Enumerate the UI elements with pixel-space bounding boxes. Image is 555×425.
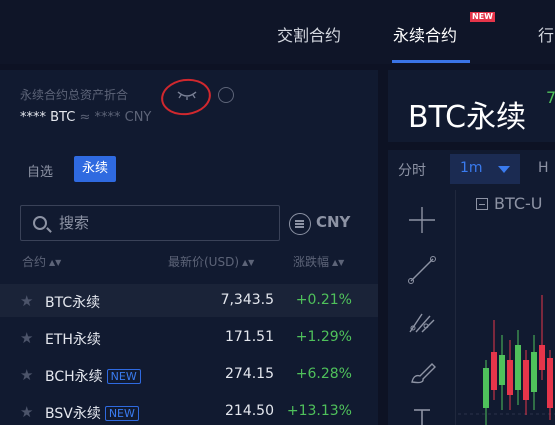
table-row[interactable]: ★ ETH永续 171.51 +1.29% <box>0 321 378 354</box>
asset-value: **** BTC ≈ **** CNY <box>20 110 151 125</box>
column-header-contract[interactable]: 合约 ▲▼ <box>22 253 61 270</box>
table-row[interactable]: ★ BSV永续 NEW 214.50 +13.13% <box>0 395 378 425</box>
new-badge: NEW <box>470 12 495 22</box>
sort-icon: ▲▼ <box>332 258 345 267</box>
fork-icon[interactable] <box>406 306 438 338</box>
column-header-price[interactable]: 最新价(USD) ▲▼ <box>168 253 254 270</box>
candle <box>523 360 529 400</box>
search-box <box>20 205 280 241</box>
table-row[interactable]: ★ BTC永续 7,343.5 +0.21% <box>0 284 378 317</box>
candle <box>547 358 553 408</box>
collapse-icon[interactable] <box>476 198 488 210</box>
candle <box>499 355 505 385</box>
crosshair-icon[interactable] <box>406 204 438 236</box>
nav-delivery-contracts[interactable]: 交割合约 <box>277 22 341 46</box>
star-icon[interactable]: ★ <box>20 403 33 421</box>
chart-symbol: BTC-U <box>494 194 543 213</box>
drawing-toolbar <box>388 190 456 425</box>
search-input[interactable] <box>59 212 259 234</box>
asset-value-cny: ≈ **** CNY <box>79 110 152 125</box>
new-badge: NEW <box>106 369 141 384</box>
candle <box>507 360 513 395</box>
chevron-down-icon <box>498 166 510 173</box>
new-badge: NEW <box>104 406 139 421</box>
contract-symbol: ETH永续 <box>45 332 101 348</box>
contract-symbol-text: BCH永续 <box>45 369 103 385</box>
text-tool-icon[interactable] <box>406 402 438 425</box>
active-nav-underline <box>392 60 470 63</box>
sort-icon: ▲▼ <box>49 258 62 267</box>
price-change: +1.29% <box>295 329 352 345</box>
instrument-header: BTC永续 7 <box>388 70 555 142</box>
column-contract-label: 合约 <box>22 255 47 269</box>
currency-switch-icon[interactable] <box>289 213 311 235</box>
price-change: +6.28% <box>295 366 352 382</box>
sort-icon: ▲▼ <box>242 258 255 267</box>
column-header-change[interactable]: 涨跌幅 ▲▼ <box>293 253 344 270</box>
contract-symbol-text: BSV永续 <box>45 406 101 422</box>
star-icon[interactable]: ★ <box>20 366 33 384</box>
candle <box>515 345 521 390</box>
price-change: +13.13% <box>286 403 352 419</box>
last-price: 274.15 <box>225 366 274 382</box>
star-icon[interactable]: ★ <box>20 292 33 310</box>
candle <box>483 368 489 408</box>
candles <box>483 295 553 425</box>
contract-symbol: BTC永续 <box>45 295 101 311</box>
tab-time-sharing[interactable]: 分时 <box>398 160 426 180</box>
instrument-price: 7 <box>546 88 555 107</box>
candle <box>539 345 545 370</box>
contract-symbol: BCH永续 NEW <box>45 366 141 386</box>
table-row[interactable]: ★ BCH永续 NEW 274.15 +6.28% <box>0 358 378 391</box>
candle <box>531 352 537 392</box>
column-price-label: 最新价(USD) <box>168 255 240 269</box>
last-price: 171.51 <box>225 329 274 345</box>
candlestick-chart <box>458 295 555 425</box>
star-icon[interactable]: ★ <box>20 329 33 347</box>
annotation-circle <box>158 75 214 119</box>
timeframe-active[interactable]: 1m <box>460 160 483 176</box>
nav-perpetual-contracts[interactable]: 永续合约 <box>393 22 457 46</box>
asset-value-btc: **** BTC <box>20 110 76 125</box>
tab-perpetual[interactable]: 永续 <box>74 156 117 182</box>
price-change: +0.21% <box>295 292 352 308</box>
instrument-title: BTC永续 <box>408 100 527 135</box>
column-change-label: 涨跌幅 <box>293 255 330 269</box>
timeframe-hour[interactable]: H <box>538 160 549 176</box>
contract-symbol: BSV永续 NEW <box>45 403 139 423</box>
trend-line-icon[interactable] <box>406 254 438 286</box>
last-price: 7,343.5 <box>220 292 274 308</box>
last-price: 214.50 <box>225 403 274 419</box>
tab-favorites[interactable]: 自选 <box>27 161 53 180</box>
nav-more[interactable]: 行 <box>538 22 554 46</box>
history-icon[interactable] <box>218 87 234 103</box>
currency-label[interactable]: CNY <box>316 213 350 231</box>
candle <box>491 352 497 390</box>
asset-title: 永续合约总资产折合 <box>20 88 129 102</box>
search-icon <box>33 216 47 230</box>
chart-panel: 分时 1m H BTC-U <box>388 150 555 425</box>
brush-icon[interactable] <box>406 356 438 388</box>
top-nav: 交割合约 永续合约 NEW 行 <box>0 0 555 64</box>
market-list-panel: 永续合约总资产折合 **** BTC ≈ **** CNY 自选 永续 CNY … <box>0 70 378 425</box>
